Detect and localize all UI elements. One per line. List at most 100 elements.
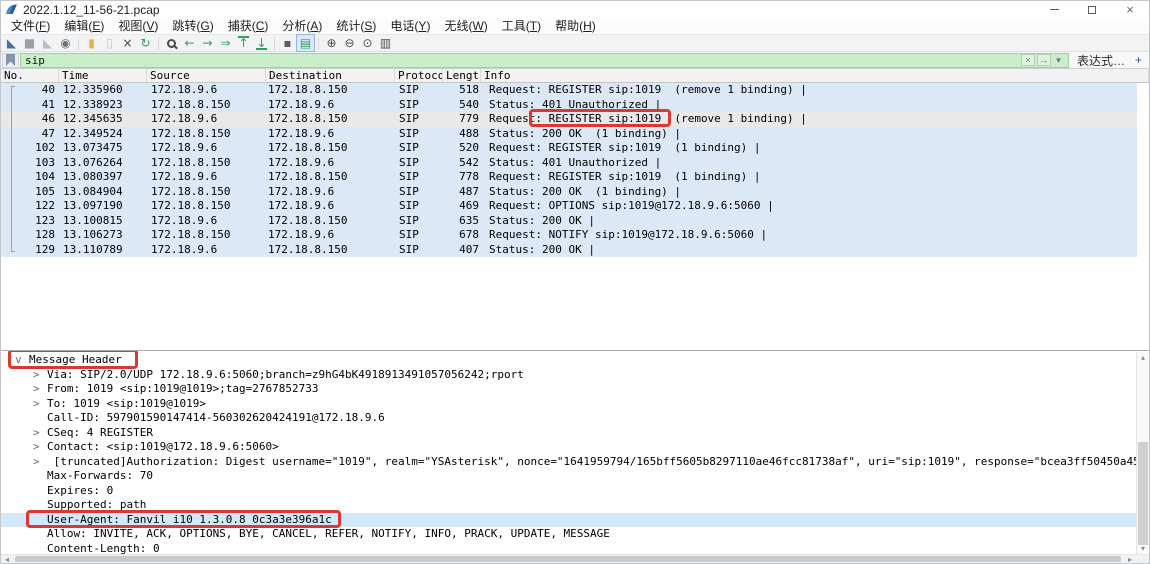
menu-item[interactable]: 视图(V) <box>111 18 165 34</box>
horizontal-scroll-thumb[interactable] <box>15 556 1121 562</box>
restore-button[interactable] <box>1073 1 1111 18</box>
detail-line[interactable]: > Via: SIP/2.0/UDP 172.18.9.6:5060;branch… <box>1 368 1149 383</box>
cell-proto[interactable]: SIP <box>395 199 443 214</box>
cell-src[interactable]: 172.18.9.6 <box>147 141 266 156</box>
detail-line[interactable]: > [truncated]Authorization: Digest usern… <box>1 455 1149 470</box>
autoscroll-icon[interactable]: ▤ <box>296 34 315 52</box>
close-button[interactable]: × <box>1111 1 1149 18</box>
detail-line[interactable]: > To: 1019 <sip:1019@1019> <box>1 397 1149 412</box>
detail-line[interactable]: Content-Length: 0 <box>1 542 1149 555</box>
packet-row[interactable]: 103 13.076264 172.18.8.150 172.18.9.6 SIP 542… <box>1 155 1149 171</box>
filter-bookmark-button[interactable] <box>2 52 19 68</box>
cell-dst[interactable]: 172.18.8.150 <box>266 214 395 229</box>
cell-proto[interactable]: SIP <box>395 214 443 229</box>
menu-item[interactable]: 捕获(C) <box>221 18 276 34</box>
column-header-destination[interactable]: Destination <box>266 69 395 82</box>
zoom-out-icon[interactable]: ⊖ <box>341 35 358 51</box>
cell-len[interactable]: 540 <box>443 98 481 113</box>
cell-info[interactable]: Request: OPTIONS sip:1019@172.18.9.6:506… <box>481 199 1149 214</box>
close-file-icon[interactable]: × <box>119 35 136 51</box>
cell-no[interactable]: 40 <box>1 83 59 98</box>
detail-line[interactable]: Supported: path <box>1 498 1149 513</box>
menu-item[interactable]: 无线(W) <box>437 18 494 34</box>
column-header-protocol[interactable]: Protocol <box>395 69 443 82</box>
cell-src[interactable]: 172.18.8.150 <box>147 199 266 214</box>
goto-packet-icon[interactable]: ⇒ <box>217 35 234 51</box>
cell-len[interactable]: 678 <box>443 228 481 243</box>
cell-proto[interactable]: SIP <box>395 243 443 258</box>
cell-proto[interactable]: SIP <box>395 156 443 171</box>
cell-src[interactable]: 172.18.9.6 <box>147 83 266 98</box>
menu-item[interactable]: 工具(T) <box>495 18 548 34</box>
menu-item[interactable]: 分析(A) <box>275 18 329 34</box>
cell-len[interactable]: 518 <box>443 83 481 98</box>
detail-line[interactable]: v Message Header <box>1 353 1149 368</box>
packet-row[interactable]: 105 13.084904 172.18.8.150 172.18.9.6 SIP 487… <box>1 184 1149 200</box>
expand-arrow-icon[interactable]: > <box>33 455 47 470</box>
cell-dst[interactable]: 172.18.8.150 <box>266 170 395 185</box>
scroll-right-arrow-icon[interactable]: ▸ <box>1124 555 1136 564</box>
cell-len[interactable]: 520 <box>443 141 481 156</box>
minimize-button[interactable] <box>1035 1 1073 18</box>
cell-proto[interactable]: SIP <box>395 141 443 156</box>
go-back-icon[interactable]: ← <box>181 35 198 51</box>
scroll-left-arrow-icon[interactable]: ◂ <box>1 555 13 564</box>
cell-src[interactable]: 172.18.8.150 <box>147 156 266 171</box>
find-packet-icon[interactable] <box>163 35 180 51</box>
cell-info[interactable]: Status: 401 Unauthorized | <box>481 156 1149 171</box>
cell-time[interactable]: 13.110789 <box>59 243 147 258</box>
resize-columns-icon[interactable]: ▥ <box>377 35 394 51</box>
cell-info[interactable]: Status: 200 OK | <box>481 214 1149 229</box>
last-packet-icon[interactable]: ↓ <box>253 35 270 51</box>
column-header-no[interactable]: No. <box>1 69 59 82</box>
open-file-icon[interactable]: ▮ <box>83 35 100 51</box>
packet-row[interactable]: 104 13.080397 172.18.9.6 172.18.8.150 SIP 778… <box>1 170 1149 185</box>
cell-info[interactable]: Status: 200 OK | <box>481 243 1149 258</box>
cell-proto[interactable]: SIP <box>395 98 443 113</box>
detail-line[interactable]: Expires: 0 <box>1 484 1149 499</box>
packet-row[interactable]: 123 13.100815 172.18.9.6 172.18.8.150 SIP 635… <box>1 213 1149 229</box>
menu-item[interactable]: 编辑(E) <box>57 18 111 34</box>
detail-line[interactable]: Max-Forwards: 70 <box>1 469 1149 484</box>
go-forward-icon[interactable]: → <box>199 35 216 51</box>
detail-line[interactable]: Allow: INVITE, ACK, OPTIONS, BYE, CANCEL… <box>1 527 1149 542</box>
cell-len[interactable]: 542 <box>443 156 481 171</box>
vertical-scroll-thumb[interactable] <box>1138 442 1148 545</box>
cell-src[interactable]: 172.18.9.6 <box>147 243 266 258</box>
cell-len[interactable]: 488 <box>443 127 481 142</box>
packet-row[interactable]: 41 12.338923 172.18.8.150 172.18.9.6 SIP 540 S… <box>1 97 1149 113</box>
cell-proto[interactable]: SIP <box>395 185 443 200</box>
cell-proto[interactable]: SIP <box>395 228 443 243</box>
packet-row[interactable]: 102 13.073475 172.18.9.6 172.18.8.150 SIP 520… <box>1 141 1149 156</box>
cell-proto[interactable]: SIP <box>395 112 443 127</box>
packet-row[interactable]: 128 13.106273 172.18.8.150 172.18.9.6 SIP 678… <box>1 228 1149 243</box>
cell-dst[interactable]: 172.18.9.6 <box>266 156 395 171</box>
cell-dst[interactable]: 172.18.9.6 <box>266 127 395 142</box>
cell-proto[interactable]: SIP <box>395 83 443 98</box>
detail-line[interactable]: Call-ID: 597901590147414-560302620424191… <box>1 411 1149 426</box>
cell-src[interactable]: 172.18.8.150 <box>147 127 266 142</box>
detail-horizontal-scrollbar[interactable]: ◂ ▸ <box>1 554 1149 564</box>
cell-dst[interactable]: 172.18.9.6 <box>266 98 395 113</box>
expand-arrow-icon[interactable]: > <box>33 368 47 383</box>
save-file-icon[interactable]: ▯ <box>101 35 118 51</box>
cell-src[interactable]: 172.18.8.150 <box>147 228 266 243</box>
cell-no[interactable]: 102 <box>1 141 59 156</box>
cell-dst[interactable]: 172.18.9.6 <box>266 228 395 243</box>
cell-src[interactable]: 172.18.9.6 <box>147 112 266 127</box>
packet-row[interactable]: 46 12.345635 172.18.9.6 172.18.8.150 SIP 779 R… <box>1 112 1149 127</box>
cell-info[interactable]: Status: 200 OK (1 binding) | <box>481 127 1149 142</box>
collapse-arrow-icon[interactable]: v <box>15 353 29 368</box>
menu-item[interactable]: 统计(S) <box>329 18 383 34</box>
filter-add-button[interactable]: + <box>1133 53 1149 67</box>
packet-row[interactable]: 40 12.335960 172.18.9.6 172.18.8.150 SIP 518 R… <box>1 83 1149 98</box>
packet-row[interactable]: 129 13.110789 172.18.9.6 172.18.8.150 SIP 407… <box>1 242 1149 258</box>
expression-button[interactable]: 表达式… <box>1069 52 1133 69</box>
cell-src[interactable]: 172.18.9.6 <box>147 170 266 185</box>
cell-no[interactable]: 104 <box>1 170 59 185</box>
scroll-up-arrow-icon[interactable]: ▴ <box>1137 352 1149 363</box>
cell-len[interactable]: 407 <box>443 243 481 258</box>
cell-dst[interactable]: 172.18.8.150 <box>266 112 395 127</box>
filter-dropdown-caret[interactable]: ▾ <box>1053 54 1064 66</box>
detail-vertical-scrollbar[interactable]: ▴ ▾ <box>1136 352 1149 554</box>
